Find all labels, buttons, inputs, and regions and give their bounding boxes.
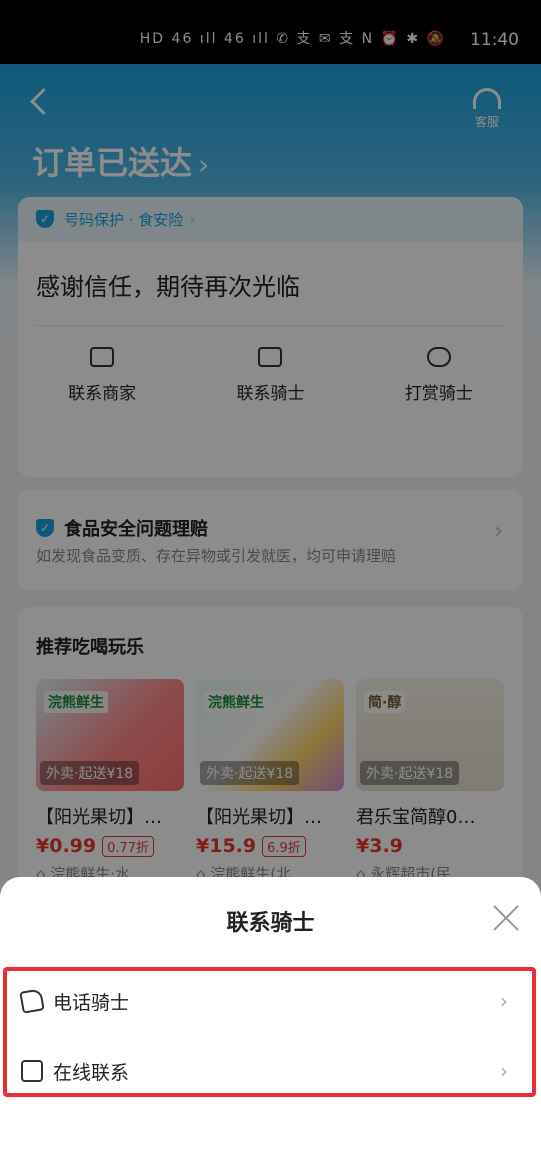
contact-rider-sheet: 联系骑士 电话骑士 › 在线联系 › bbox=[0, 877, 541, 1170]
chevron-right-icon: › bbox=[500, 989, 508, 1013]
online-contact-option[interactable]: 在线联系 › bbox=[21, 1051, 518, 1091]
option-label: 电话骑士 bbox=[53, 991, 130, 1014]
option-label: 在线联系 bbox=[53, 1061, 130, 1084]
sheet-title: 联系骑士 bbox=[226, 911, 315, 936]
phone-icon bbox=[19, 988, 45, 1014]
chevron-right-icon: › bbox=[500, 1059, 508, 1083]
options-highlight-box: 电话骑士 › 在线联系 › bbox=[3, 967, 536, 1097]
call-rider-option[interactable]: 电话骑士 › bbox=[19, 981, 518, 1021]
close-icon[interactable] bbox=[491, 903, 521, 933]
chat-icon bbox=[21, 1060, 43, 1082]
